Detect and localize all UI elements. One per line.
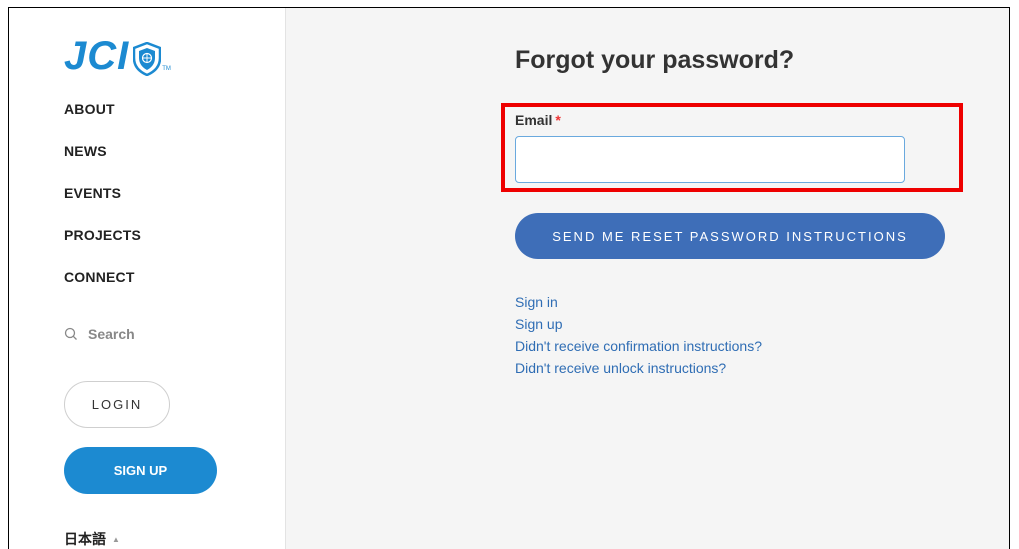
logo-trademark: TM	[162, 66, 171, 72]
jci-logo[interactable]: JCI TM	[64, 34, 171, 76]
email-label-text: Email	[515, 112, 553, 128]
search-label: Search	[88, 326, 135, 342]
caret-up-icon: ▲	[112, 534, 120, 544]
main-nav: ABOUT NEWS EVENTS PROJECTS CONNECT	[64, 101, 141, 311]
nav-link-news[interactable]: NEWS	[64, 143, 107, 159]
nav-item-connect: CONNECT	[64, 269, 141, 311]
signup-button[interactable]: SIGN UP	[64, 447, 217, 494]
nav-link-connect[interactable]: CONNECT	[64, 269, 135, 285]
nav-item-about: ABOUT	[64, 101, 141, 143]
nav-item-news: NEWS	[64, 143, 141, 185]
main-content: Forgot your password? Email * SEND ME RES…	[286, 8, 1009, 549]
nav-link-projects[interactable]: PROJECTS	[64, 227, 141, 243]
sign-in-link[interactable]: Sign in	[515, 291, 762, 313]
required-asterisk: *	[555, 112, 561, 128]
language-label: 日本語	[64, 531, 106, 547]
confirmation-instructions-link[interactable]: Didn't receive confirmation instructions…	[515, 335, 762, 357]
page-title: Forgot your password?	[515, 46, 795, 74]
auth-links: Sign in Sign up Didn't receive confirmat…	[515, 291, 762, 379]
sidebar: JCI TM ABOUT NEWS EVENTS PROJECTS CONNEC…	[9, 8, 286, 549]
language-selector[interactable]: 日本語 ▲	[64, 529, 120, 549]
nav-item-events: EVENTS	[64, 185, 141, 227]
nav-item-projects: PROJECTS	[64, 227, 141, 269]
email-label: Email *	[515, 112, 561, 128]
search-toggle[interactable]: Search	[64, 326, 135, 342]
nav-link-events[interactable]: EVENTS	[64, 185, 121, 201]
logo-text: JCI	[64, 34, 130, 78]
browser-frame: JCI TM ABOUT NEWS EVENTS PROJECTS CONNEC…	[8, 7, 1010, 549]
email-field[interactable]	[515, 136, 905, 183]
sign-up-link[interactable]: Sign up	[515, 313, 762, 335]
shield-logo-icon	[133, 42, 162, 76]
unlock-instructions-link[interactable]: Didn't receive unlock instructions?	[515, 357, 762, 379]
nav-link-about[interactable]: ABOUT	[64, 101, 115, 117]
send-reset-instructions-button[interactable]: SEND ME RESET PASSWORD INSTRUCTIONS	[515, 213, 945, 259]
login-button[interactable]: LOGIN	[64, 381, 170, 428]
search-icon	[64, 327, 77, 340]
